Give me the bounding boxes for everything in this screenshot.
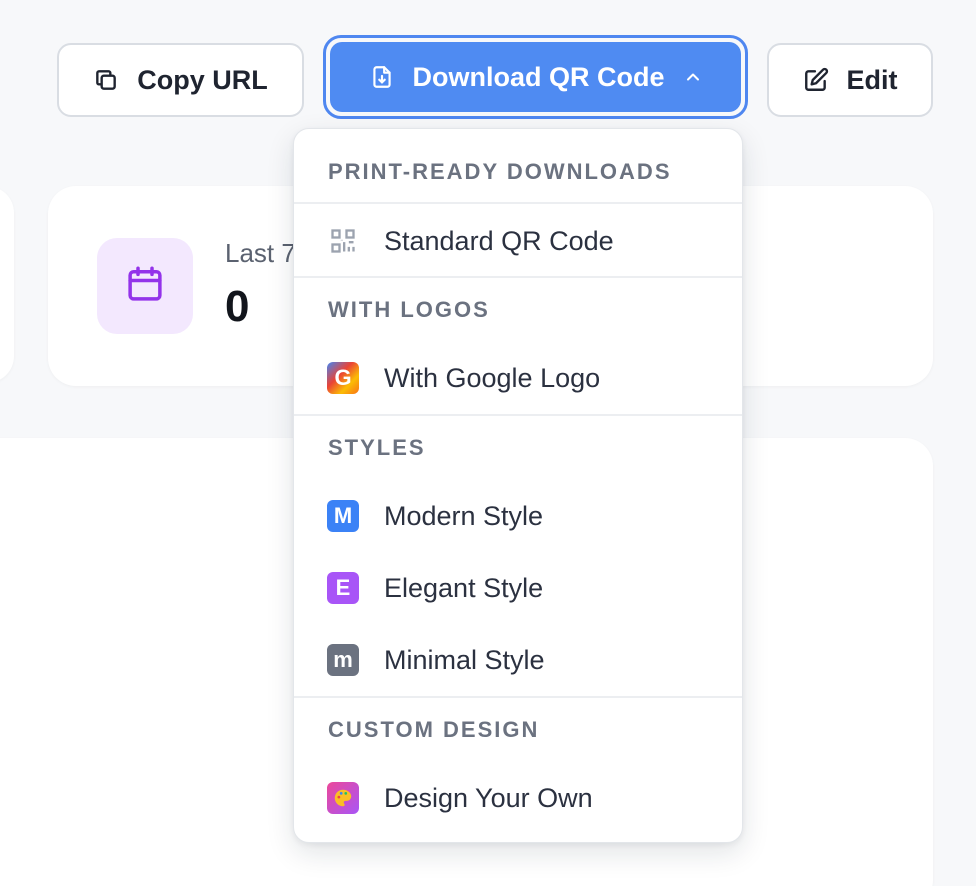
divider	[294, 276, 742, 278]
menu-item-with-google-logo[interactable]: G With Google Logo	[294, 345, 742, 411]
page: Last 7 0 Copy URL Download QR Code Edit …	[0, 0, 976, 886]
download-button-focus-ring: Download QR Code	[323, 35, 748, 119]
section-title-print-ready: PRINT-READY DOWNLOADS	[328, 159, 672, 184]
elegant-style-icon: E	[327, 572, 359, 604]
divider	[294, 414, 742, 416]
menu-item-label: Modern Style	[384, 500, 544, 531]
divider	[294, 202, 742, 204]
menu-item-modern-style[interactable]: M Modern Style	[294, 483, 742, 549]
download-qr-code-label: Download QR Code	[412, 61, 665, 92]
edit-label: Edit	[846, 64, 898, 95]
copy-url-button[interactable]: Copy URL	[57, 43, 304, 117]
menu-item-label: Standard QR Code	[384, 225, 614, 256]
download-qr-code-button[interactable]: Download QR Code	[330, 42, 741, 112]
divider	[294, 696, 742, 698]
chevron-up-icon	[683, 67, 703, 87]
stat-icon-box	[97, 238, 193, 334]
menu-item-label: Elegant Style	[384, 572, 544, 603]
copy-url-label: Copy URL	[137, 64, 268, 95]
stat-value: 0	[225, 282, 250, 331]
menu-item-minimal-style[interactable]: m Minimal Style	[294, 627, 742, 693]
modern-style-icon: M	[327, 500, 359, 532]
section-title-styles: STYLES	[328, 435, 426, 460]
minimal-style-icon: m	[327, 644, 359, 676]
google-logo-icon: G	[327, 362, 359, 394]
edit-icon	[803, 67, 829, 93]
copy-icon	[93, 67, 119, 93]
palette-icon	[327, 782, 359, 814]
section-title-custom-design: CUSTOM DESIGN	[328, 717, 540, 742]
menu-item-label: Minimal Style	[384, 644, 545, 675]
section-title-with-logos: WITH LOGOS	[328, 297, 490, 322]
menu-item-elegant-style[interactable]: E Elegant Style	[294, 555, 742, 621]
file-download-icon	[369, 64, 395, 90]
menu-item-standard-qr-code[interactable]: Standard QR Code	[294, 208, 742, 274]
menu-item-label: Design Your Own	[384, 782, 593, 813]
menu-item-design-your-own[interactable]: Design Your Own	[294, 765, 742, 831]
edit-button[interactable]: Edit	[767, 43, 933, 117]
menu-item-label: With Google Logo	[384, 362, 601, 393]
qr-code-icon	[327, 225, 359, 257]
stat-label: Last 7	[225, 238, 296, 268]
download-dropdown-menu: PRINT-READY DOWNLOADS Standard QR Code W…	[293, 128, 743, 843]
stat-card-partial	[0, 186, 14, 383]
calendar-icon	[124, 263, 166, 310]
